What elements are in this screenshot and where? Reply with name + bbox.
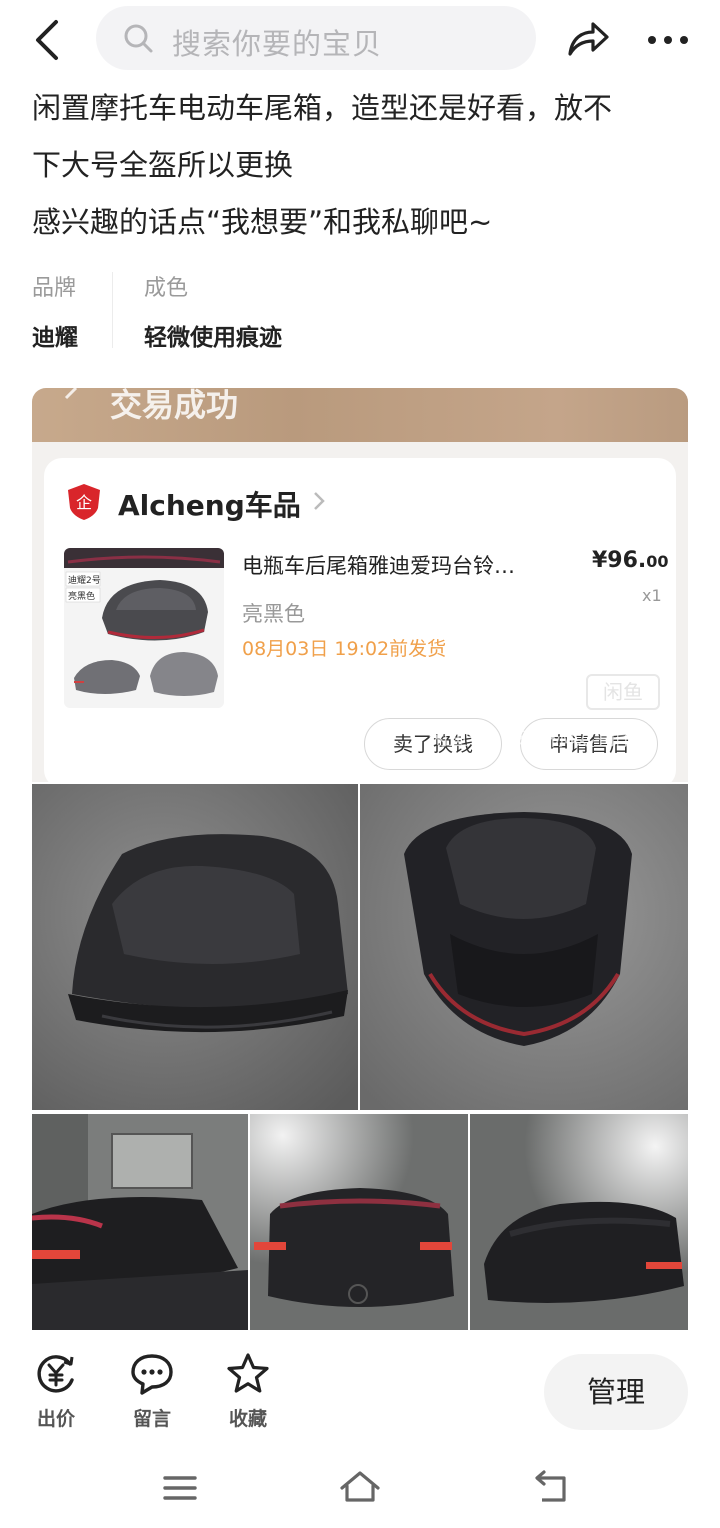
condition-label: 成色 bbox=[144, 276, 189, 301]
product-photo[interactable] bbox=[32, 1114, 248, 1330]
brand-label: 品牌 bbox=[32, 276, 77, 301]
back-arrow-icon[interactable] bbox=[28, 18, 68, 62]
favorite-button[interactable]: 收藏 bbox=[208, 1352, 288, 1431]
product-quantity: x1 bbox=[642, 586, 662, 605]
manage-button[interactable]: 管理 bbox=[544, 1354, 688, 1430]
description-line: 下大号全盔所以更换 bbox=[32, 148, 294, 182]
back-nav-icon[interactable] bbox=[532, 1466, 572, 1510]
product-photo[interactable] bbox=[360, 784, 688, 1110]
thumbnail-tag: 迪耀2号 bbox=[68, 574, 101, 586]
watermark-logo: 闲鱼 bbox=[586, 674, 660, 710]
more-icon[interactable] bbox=[646, 22, 690, 58]
top-bar: 搜索你要的宝贝 bbox=[0, 0, 720, 80]
watermark-text: 闲鱼号：该昵称以注销 bbox=[428, 726, 628, 750]
search-bar[interactable]: 搜索你要的宝贝 bbox=[96, 6, 536, 70]
product-thumbnail: 迪耀2号 亮黑色 bbox=[64, 548, 224, 708]
attribute-divider bbox=[112, 272, 113, 348]
product-price: ¥96.00 bbox=[592, 548, 669, 573]
product-photo[interactable] bbox=[250, 1114, 468, 1330]
screenshot-status-bar: 交易成功 bbox=[32, 388, 688, 442]
screenshot-order-card: 企 Alcheng车品 迪耀2号 亮黑色 电瓶车后尾箱雅迪爱玛台铃… ¥96.0… bbox=[44, 458, 676, 782]
home-icon[interactable] bbox=[338, 1466, 382, 1510]
product-title: 电瓶车后尾箱雅迪爱玛台铃… bbox=[242, 554, 515, 578]
chat-bubble-icon bbox=[131, 1354, 173, 1395]
order-screenshot-image[interactable]: 交易成功 企 Alcheng车品 迪耀2号 亮黑色 电瓶车后尾箱雅迪爱玛台铃… … bbox=[32, 388, 688, 782]
favorite-label: 收藏 bbox=[228, 1408, 267, 1430]
make-offer-label: 出价 bbox=[36, 1408, 75, 1430]
screenshot-status-text: 交易成功 bbox=[110, 388, 239, 424]
description-line: 闲置摩托车电动车尾箱，造型还是好看，放不 bbox=[32, 91, 613, 125]
menu-icon[interactable] bbox=[162, 1466, 198, 1510]
chevron-right-icon bbox=[314, 492, 325, 510]
search-placeholder: 搜索你要的宝贝 bbox=[172, 27, 383, 61]
thumbnail-tag: 亮黑色 bbox=[68, 590, 95, 602]
shop-logo-icon: 企 bbox=[68, 484, 100, 520]
comment-label: 留言 bbox=[132, 1408, 171, 1430]
product-photo[interactable] bbox=[470, 1114, 688, 1330]
star-icon bbox=[227, 1353, 269, 1393]
yuan-cycle-icon bbox=[37, 1355, 74, 1393]
brand-value: 迪耀 bbox=[32, 325, 78, 351]
product-photo[interactable] bbox=[32, 784, 358, 1110]
search-icon bbox=[124, 24, 153, 53]
make-offer-button[interactable]: 出价 bbox=[16, 1352, 96, 1431]
svg-text:企: 企 bbox=[76, 493, 92, 512]
ship-deadline: 08月03日 19:02前发货 bbox=[242, 638, 447, 660]
item-description: 闲置摩托车电动车尾箱，造型还是好看，放不 下大号全盔所以更换 感兴趣的话点“我想… bbox=[32, 80, 692, 251]
product-color: 亮黑色 bbox=[242, 602, 305, 626]
condition-value: 轻微使用痕迹 bbox=[144, 325, 282, 351]
share-icon[interactable] bbox=[566, 18, 610, 60]
comment-button[interactable]: 留言 bbox=[112, 1352, 192, 1431]
description-line: 感兴趣的话点“我想要”和我私聊吧~ bbox=[32, 205, 493, 239]
screenshot-back-icon bbox=[64, 388, 78, 400]
shop-name: Alcheng车品 bbox=[118, 489, 301, 522]
